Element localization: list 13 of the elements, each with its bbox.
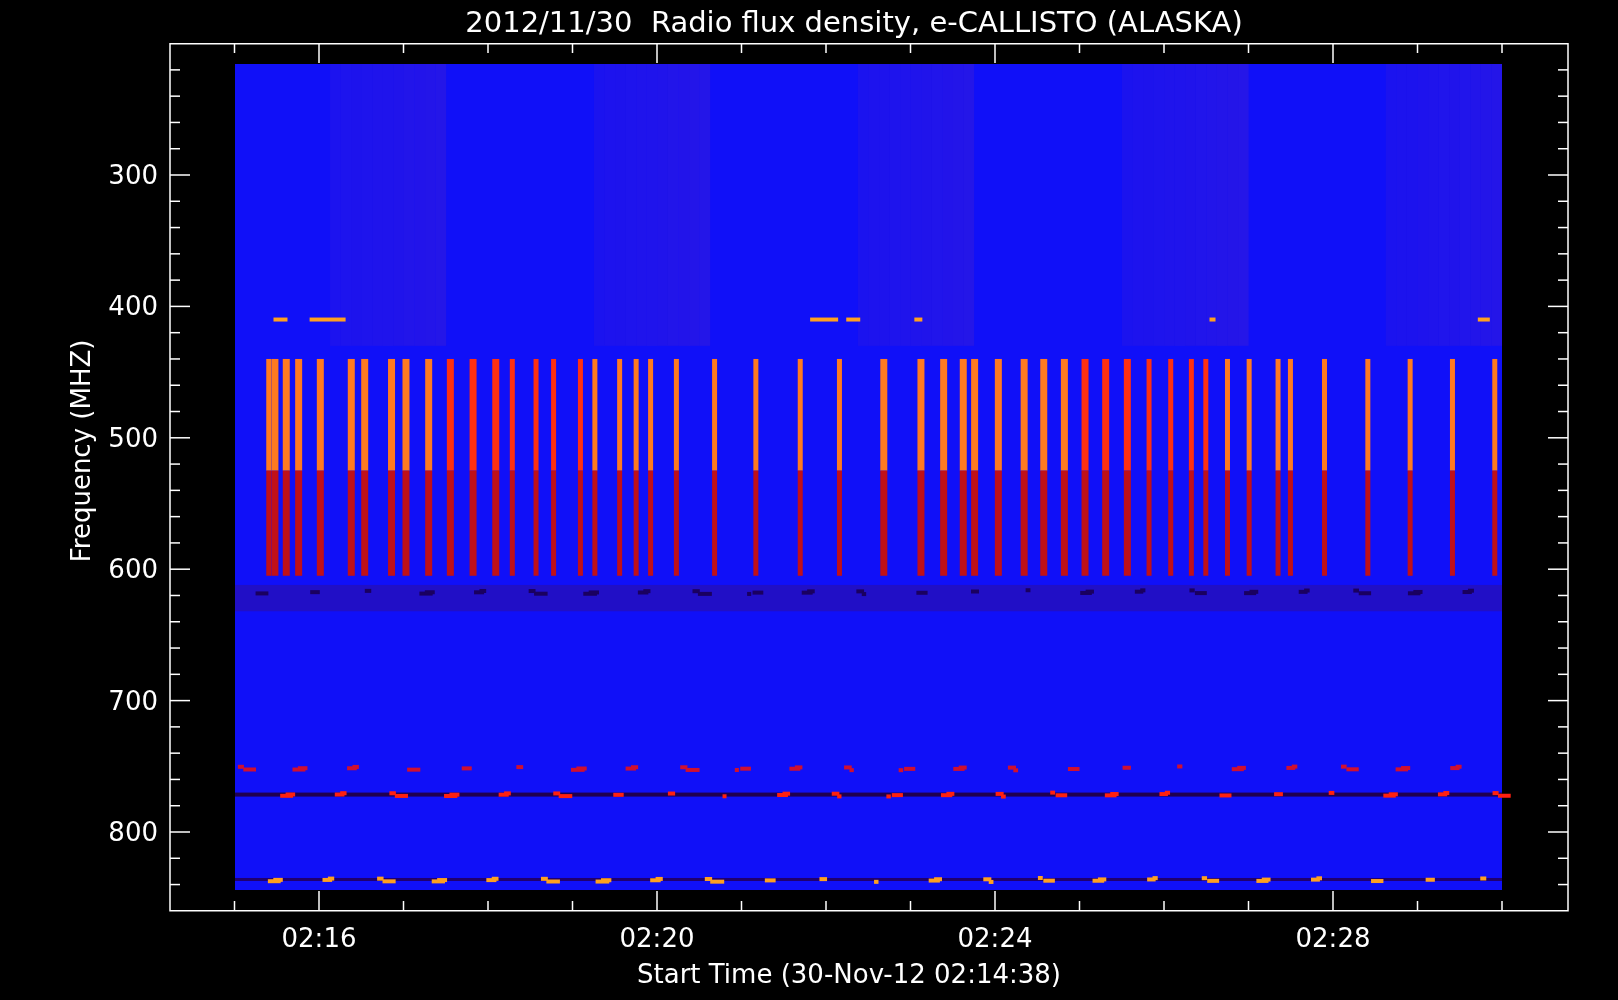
tick-label: 700	[108, 685, 158, 716]
tick-label: 300	[108, 160, 158, 190]
tick-label: 02:16	[281, 923, 357, 953]
tick-label: 02:20	[619, 923, 695, 953]
tick-label: 02:28	[1295, 923, 1371, 953]
axis-title: Frequency (MHZ)	[66, 339, 96, 563]
tick-label: 800	[108, 817, 158, 847]
tick-label: 400	[108, 291, 158, 322]
tick-label: 02:24	[957, 923, 1033, 953]
tick-label: 500	[108, 422, 158, 453]
tick-label: 600	[108, 554, 158, 585]
axis-title: Start Time (30-Nov-12 02:14:38)	[637, 959, 1061, 989]
chart-title: 2012/11/30 Radio flux density, e-CALLISTO (ALASKA)	[465, 4, 1243, 39]
